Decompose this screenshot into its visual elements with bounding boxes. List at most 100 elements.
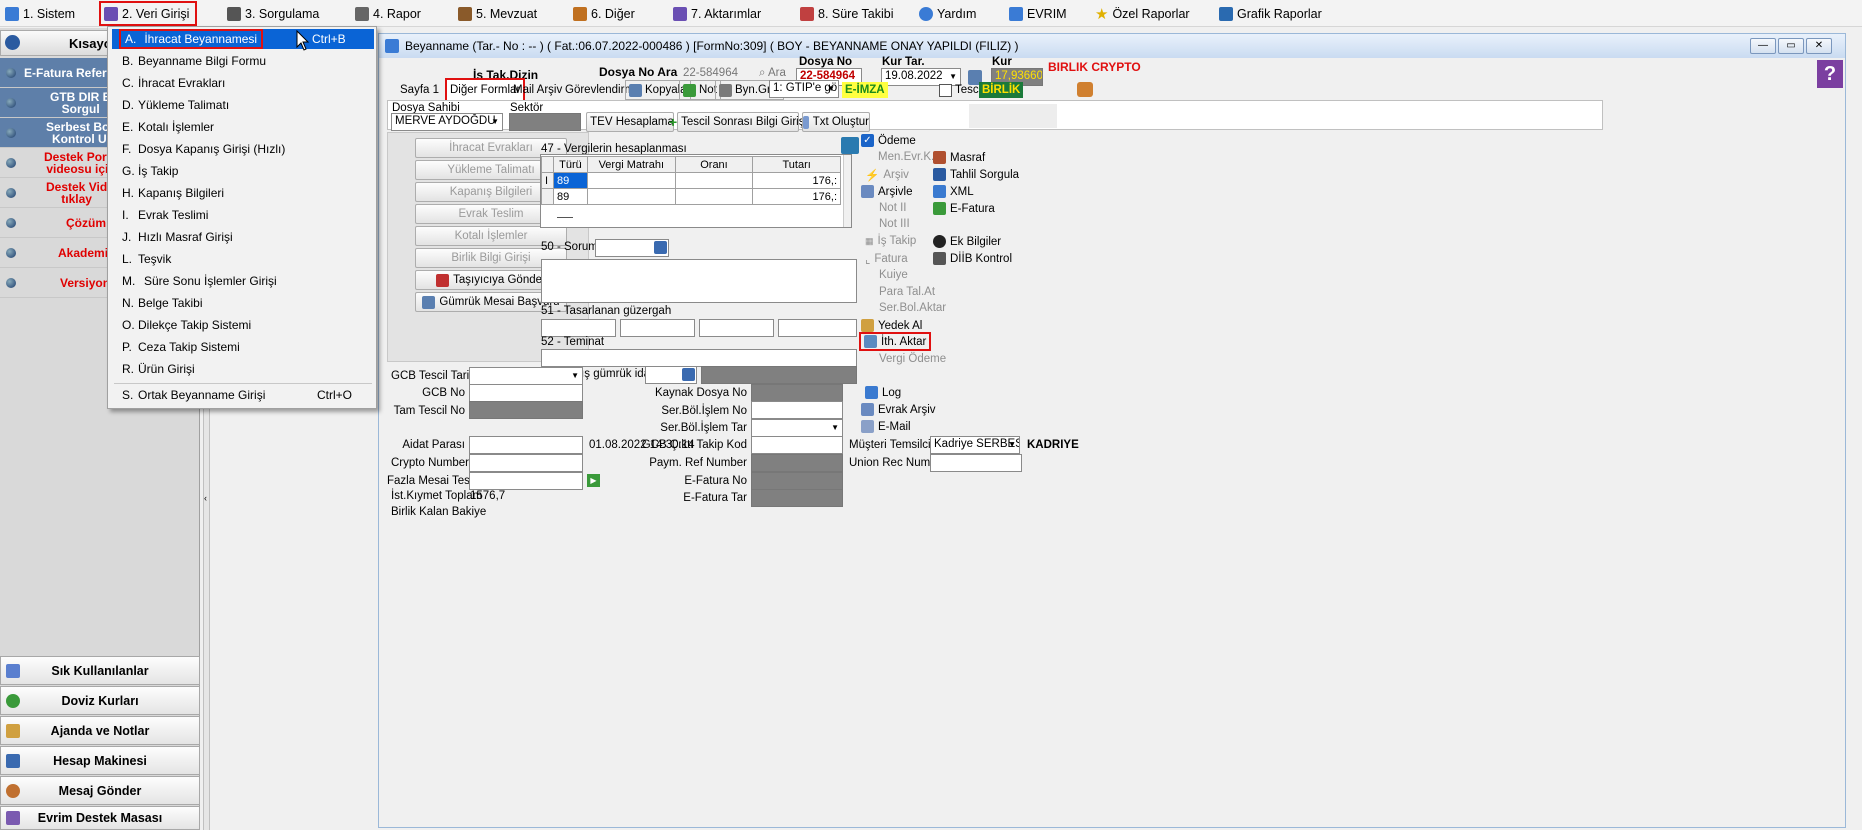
gtip-select[interactable]: 1: GTIP'e gö ▼ bbox=[769, 80, 839, 98]
support-desk-button[interactable]: Evrim Destek Masası bbox=[0, 806, 200, 830]
guzergah-field-2[interactable] bbox=[620, 319, 695, 337]
menu-yardim[interactable]: Yardım bbox=[916, 3, 979, 24]
table-row[interactable]: 89 176,: bbox=[541, 188, 841, 205]
help-question-icon[interactable]: ? bbox=[1817, 60, 1843, 88]
cell-matrah[interactable] bbox=[586, 172, 676, 189]
table-row[interactable]: I 89 176,: bbox=[541, 172, 841, 189]
menu-item-beyanname-bilgi-formu[interactable]: B. Beyanname Bilgi Formu bbox=[112, 51, 374, 71]
birlik-button[interactable]: BİRLİK bbox=[979, 82, 1024, 98]
tool-icon[interactable] bbox=[1077, 82, 1093, 97]
arsiv-item[interactable]: ⚡ Arşiv bbox=[865, 168, 909, 182]
menu-sistem[interactable]: 1. Sistem bbox=[2, 3, 78, 24]
dosya-sahibi-select[interactable]: MERVE AYDOĞDU ▼ bbox=[391, 113, 503, 131]
menu-item-ortak-beyanname[interactable]: S. Ortak Beyanname Girişi Ctrl+O bbox=[112, 385, 374, 405]
menu-item-dosya-kapanis[interactable]: F. Dosya Kapanış Girişi (Hızlı) bbox=[112, 139, 374, 159]
aidat-parasi-field[interactable] bbox=[469, 436, 583, 454]
gcb-tescil-tarihi-field[interactable]: ▼ bbox=[469, 367, 583, 385]
dosya-no-ara-value[interactable]: 22-584964 bbox=[683, 67, 738, 79]
evrak-arsiv-item[interactable]: Evrak Arşiv bbox=[861, 403, 936, 416]
ek-bilgiler-item[interactable]: Ek Bilgiler bbox=[933, 235, 1001, 248]
men-evr-k-item[interactable]: Men.Evr.K. bbox=[861, 151, 934, 163]
ith-aktar-item[interactable]: İth. Aktar bbox=[858, 332, 932, 351]
menu-aktarimlar[interactable]: 7. Aktarımlar bbox=[670, 3, 764, 24]
menu-item-sure-sonu[interactable]: M. Süre Sonu İşlemler Girişi bbox=[112, 271, 374, 291]
menu-item-yukleme-talimati[interactable]: D. Yükleme Talimatı bbox=[112, 95, 374, 115]
union-rec-field[interactable] bbox=[930, 454, 1022, 472]
send-message-button[interactable]: Mesaj Gönder bbox=[0, 776, 200, 805]
close-button[interactable]: ✕ bbox=[1806, 38, 1832, 54]
menu-grafik-raporlar[interactable]: Grafik Raporlar bbox=[1216, 3, 1325, 24]
gcb-no-field[interactable] bbox=[469, 384, 583, 402]
xml-item[interactable]: XML bbox=[933, 185, 974, 198]
menu-item-hizli-masraf[interactable]: J. Hızlı Masraf Girişi bbox=[112, 227, 374, 247]
favorites-button[interactable]: Sık Kullanılanlar bbox=[0, 656, 200, 685]
cell-tutar[interactable]: 176,: bbox=[752, 188, 841, 205]
menu-rapor[interactable]: 4. Rapor bbox=[352, 3, 424, 24]
fatura-item[interactable]: ⌞ Fatura bbox=[865, 252, 908, 266]
ser-bol-aktar-item[interactable]: Ser.Bol.Aktar bbox=[879, 302, 946, 314]
para-tal-at-item[interactable]: Para Tal.At bbox=[879, 286, 935, 298]
log-item[interactable]: Log bbox=[865, 386, 901, 399]
e-imza-button[interactable]: E-İMZA bbox=[842, 82, 888, 98]
musteri-temsilcisi-select[interactable]: Kadriye SERBEST▼ bbox=[930, 436, 1020, 454]
menu-diger[interactable]: 6. Diğer bbox=[570, 3, 638, 24]
sorumlu-field[interactable] bbox=[595, 239, 669, 257]
menu-veri-girisi[interactable]: 2. Veri Girişi bbox=[98, 1, 198, 26]
menu-item-kotali-islemler[interactable]: E. Kotalı İşlemler bbox=[112, 117, 374, 137]
gcb-cikti-field[interactable] bbox=[751, 436, 843, 454]
menu-item-urun-girisi[interactable]: R. Ürün Girişi bbox=[112, 359, 374, 379]
kuiye-item[interactable]: Kuiye bbox=[879, 269, 908, 281]
menu-item-is-takip[interactable]: G. İş Takip bbox=[112, 161, 374, 181]
cell-oran[interactable] bbox=[674, 172, 754, 189]
menu-ozel-raporlar[interactable]: ★ Özel Raporlar bbox=[1092, 3, 1193, 24]
fazla-mesai-field[interactable] bbox=[469, 472, 583, 490]
vergi-scrollbar[interactable] bbox=[843, 155, 851, 227]
menu-item-tesvik[interactable]: L. Teşvik bbox=[112, 249, 374, 269]
arsivle-item[interactable]: Arşivle bbox=[861, 185, 913, 198]
cell-turu[interactable]: 89 bbox=[552, 172, 588, 189]
lookup-icon[interactable] bbox=[682, 368, 695, 381]
menu-item-evrak-teslimi[interactable]: I. Evrak Teslimi bbox=[112, 205, 374, 225]
lookup-icon[interactable] bbox=[654, 241, 667, 254]
guzergah-field-4[interactable] bbox=[778, 319, 857, 337]
masraf-item[interactable]: Masraf bbox=[933, 151, 985, 164]
efatura-item[interactable]: E-Fatura bbox=[933, 202, 995, 215]
vergi-odeme-item[interactable]: Vergi Ödeme bbox=[879, 353, 946, 365]
calculator-icon[interactable] bbox=[841, 137, 859, 154]
txt-olustur-button[interactable]: Txt Oluştur bbox=[802, 112, 870, 132]
currency-button[interactable]: Doviz Kurları bbox=[0, 686, 200, 715]
ser-bol-no-field[interactable] bbox=[751, 401, 843, 419]
menu-sorgulama[interactable]: 3. Sorgulama bbox=[224, 3, 322, 24]
not-ii-item[interactable]: Not II bbox=[879, 202, 906, 214]
menu-item-kapanis-bilgileri[interactable]: H. Kapanış Bilgileri bbox=[112, 183, 374, 203]
tab-mail-arsiv[interactable]: Mail Arşiv bbox=[510, 80, 565, 100]
crypto-number-field[interactable] bbox=[469, 454, 583, 472]
cell-matrah[interactable] bbox=[586, 188, 676, 205]
minimize-button[interactable]: — bbox=[1750, 38, 1776, 54]
menu-evrim[interactable]: EVRIM bbox=[1006, 3, 1070, 24]
menu-sure-takibi[interactable]: 8. Süre Takibi bbox=[797, 3, 897, 24]
guzergah-field-3[interactable] bbox=[699, 319, 774, 337]
cell-oran[interactable] bbox=[674, 188, 754, 205]
menu-item-ihracat-evraklari[interactable]: C. İhracat Evrakları bbox=[112, 73, 374, 93]
tahlil-sorgula-item[interactable]: Tahlil Sorgula bbox=[933, 168, 1019, 181]
varis-code-field[interactable] bbox=[645, 366, 697, 384]
yedek-al-item[interactable]: Yedek Al bbox=[861, 319, 922, 332]
menu-item-belge-takibi[interactable]: N. Belge Takibi bbox=[112, 293, 374, 313]
search-ara-button[interactable]: ⌕ Ara bbox=[759, 67, 786, 80]
sorumlu-textarea[interactable] bbox=[541, 259, 857, 303]
odeme-item[interactable]: ✓ Ödeme bbox=[861, 134, 916, 147]
not-iii-item[interactable]: Not III bbox=[879, 218, 910, 230]
cell-tutar[interactable]: 176,: bbox=[752, 172, 841, 189]
maximize-button[interactable]: ▭ bbox=[1778, 38, 1804, 54]
tab-sayfa-1[interactable]: Sayfa 1 bbox=[397, 80, 442, 100]
ser-bol-tar-field[interactable]: ▼ bbox=[751, 419, 843, 437]
menu-item-ceza-takip[interactable]: P. Ceza Takip Sistemi bbox=[112, 337, 374, 357]
tev-hesaplama-button[interactable]: TEV Hesaplama bbox=[586, 112, 674, 132]
is-takip-item[interactable]: ▦ İş Takip bbox=[865, 235, 916, 247]
sektor-field[interactable] bbox=[509, 113, 581, 131]
guzergah-field-1[interactable] bbox=[541, 319, 616, 337]
diib-kontrol-item[interactable]: DİİB Kontrol bbox=[933, 252, 1012, 265]
tescil-sonrasi-button[interactable]: + Tescil Sonrası Bilgi Girişi bbox=[669, 112, 807, 132]
menu-item-dilekce-takip[interactable]: O. Dilekçe Takip Sistemi bbox=[112, 315, 374, 335]
